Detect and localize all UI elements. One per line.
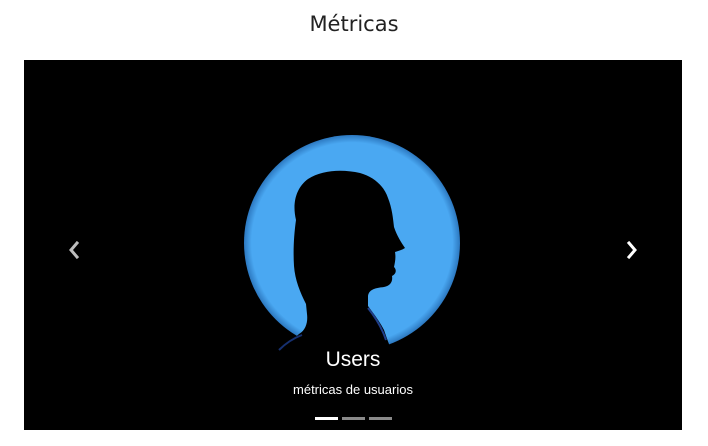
carousel-indicator-2[interactable] — [341, 417, 365, 420]
carousel-prev-button[interactable] — [60, 235, 88, 265]
carousel-indicators — [24, 417, 682, 423]
carousel-indicator-1[interactable] — [314, 417, 338, 420]
slide-caption: Users métricas de usuarios — [24, 346, 682, 399]
slide-title: Users — [325, 348, 381, 371]
carousel-next-button[interactable] — [618, 235, 646, 265]
chevron-right-icon — [626, 241, 637, 259]
page: Métricas Users métricas de usuarios — [0, 0, 708, 446]
page-title: Métricas — [309, 12, 399, 36]
chevron-left-icon — [69, 241, 80, 259]
carousel-indicator-3[interactable] — [368, 417, 392, 420]
carousel: Users métricas de usuarios — [24, 60, 682, 430]
slide-description: métricas de usuarios — [293, 382, 413, 397]
